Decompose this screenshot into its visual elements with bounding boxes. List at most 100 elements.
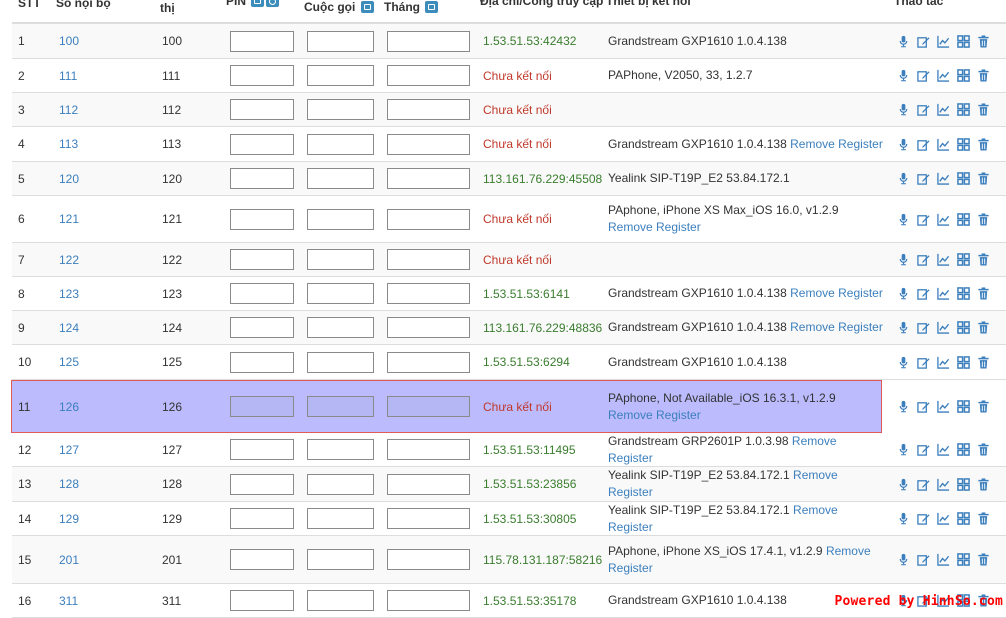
chart-icon[interactable] xyxy=(937,443,950,457)
pin-input[interactable] xyxy=(230,65,294,86)
mic-icon[interactable] xyxy=(897,69,910,83)
mic-icon[interactable] xyxy=(897,321,910,335)
trash-icon[interactable] xyxy=(977,69,990,83)
calls-input[interactable] xyxy=(307,351,374,373)
grid-icon[interactable] xyxy=(957,103,970,117)
grid-icon[interactable] xyxy=(957,172,970,186)
pin-input[interactable] xyxy=(230,30,294,52)
grid-icon[interactable] xyxy=(957,287,970,301)
extension-link[interactable]: 311 xyxy=(59,594,78,608)
pin-input[interactable] xyxy=(230,439,294,460)
chart-icon[interactable] xyxy=(937,253,950,267)
month-input[interactable] xyxy=(387,133,470,155)
month-input[interactable] xyxy=(387,590,470,611)
chart-icon[interactable] xyxy=(937,400,950,414)
chart-icon[interactable] xyxy=(937,172,950,186)
month-input[interactable] xyxy=(387,396,470,417)
month-input[interactable] xyxy=(387,30,470,52)
chart-icon[interactable] xyxy=(937,512,950,526)
extension-link[interactable]: 122 xyxy=(59,253,79,267)
edit-icon[interactable] xyxy=(917,34,930,48)
calls-input[interactable] xyxy=(307,473,374,495)
table-row[interactable]: 13 128 128 1.53.51.53:23856 Yealink SIP-T19P… xyxy=(12,467,1006,502)
grid-icon[interactable] xyxy=(957,34,970,48)
calls-input[interactable] xyxy=(307,439,374,460)
trash-icon[interactable] xyxy=(977,212,990,226)
edit-icon[interactable] xyxy=(917,355,930,369)
trash-icon[interactable] xyxy=(977,287,990,301)
calls-input[interactable] xyxy=(307,30,374,52)
calls-input[interactable] xyxy=(307,208,374,230)
extension-link[interactable]: 112 xyxy=(59,103,78,117)
trash-icon[interactable] xyxy=(977,137,990,151)
grid-icon[interactable] xyxy=(957,477,970,491)
month-input[interactable] xyxy=(387,168,470,189)
mic-icon[interactable] xyxy=(897,512,910,526)
mic-icon[interactable] xyxy=(897,355,910,369)
table-row[interactable]: 6 121 121 Chưa kết nối PAphone, iPhone XS Ma… xyxy=(12,196,1006,243)
pin-input[interactable] xyxy=(230,283,294,304)
calls-input[interactable] xyxy=(307,99,374,120)
trash-icon[interactable] xyxy=(977,172,990,186)
edit-icon[interactable] xyxy=(917,400,930,414)
extension-link[interactable]: 201 xyxy=(59,553,79,567)
trash-icon[interactable] xyxy=(977,253,990,267)
chart-icon[interactable] xyxy=(937,355,950,369)
table-row[interactable]: 8 123 123 1.53.51.53:6141 Grandstream GXP161… xyxy=(12,277,1006,311)
mic-icon[interactable] xyxy=(897,103,910,117)
month-input[interactable] xyxy=(387,473,470,495)
calls-input[interactable] xyxy=(307,133,374,155)
mic-icon[interactable] xyxy=(897,287,910,301)
extension-link[interactable]: 121 xyxy=(59,212,79,226)
edit-icon[interactable] xyxy=(917,253,930,267)
edit-icon[interactable] xyxy=(425,0,439,13)
month-input[interactable] xyxy=(387,508,470,529)
chart-icon[interactable] xyxy=(937,34,950,48)
grid-icon[interactable] xyxy=(957,69,970,83)
edit-icon[interactable] xyxy=(917,512,930,526)
extension-link[interactable]: 125 xyxy=(59,355,79,369)
mic-icon[interactable] xyxy=(897,400,910,414)
grid-icon[interactable] xyxy=(957,355,970,369)
trash-icon[interactable] xyxy=(977,443,990,457)
month-input[interactable] xyxy=(387,249,470,270)
extension-link[interactable]: 113 xyxy=(59,137,78,151)
month-input[interactable] xyxy=(387,317,470,338)
mic-icon[interactable] xyxy=(897,172,910,186)
table-row[interactable]: 9 124 124 113.161.76.229:48836 Grandstream G… xyxy=(12,311,1006,345)
pin-input[interactable] xyxy=(230,99,294,120)
month-input[interactable] xyxy=(387,208,470,230)
extension-link[interactable]: 123 xyxy=(59,287,79,301)
month-input[interactable] xyxy=(387,351,470,373)
pin-input[interactable] xyxy=(230,396,294,417)
calls-input[interactable] xyxy=(307,283,374,304)
table-row[interactable]: 11 126 126 Chưa kết nối PAphone, Not Availab… xyxy=(11,380,989,433)
calls-input[interactable] xyxy=(307,396,374,417)
grid-icon[interactable] xyxy=(957,512,970,526)
edit-icon[interactable] xyxy=(917,443,930,457)
remove-register-link[interactable]: Remove Register xyxy=(608,220,701,234)
chart-icon[interactable] xyxy=(937,321,950,335)
table-row[interactable]: 4 113 113 Chưa kết nối Grandstream GXP1610 1… xyxy=(12,127,1006,162)
grid-icon[interactable] xyxy=(957,553,970,567)
mic-icon[interactable] xyxy=(897,477,910,491)
edit-icon[interactable] xyxy=(917,103,930,117)
chart-icon[interactable] xyxy=(937,477,950,491)
extension-link[interactable]: 100 xyxy=(59,34,79,48)
extension-link[interactable]: 126 xyxy=(59,400,79,414)
extension-link[interactable]: 127 xyxy=(59,443,79,457)
pin-input[interactable] xyxy=(230,351,294,373)
mic-icon[interactable] xyxy=(897,212,910,226)
table-row[interactable]: 3 112 112 Chưa kết nối xyxy=(12,93,1006,127)
edit-icon[interactable] xyxy=(917,287,930,301)
mic-icon[interactable] xyxy=(897,137,910,151)
calls-input[interactable] xyxy=(307,508,374,529)
grid-icon[interactable] xyxy=(957,253,970,267)
table-row[interactable]: 12 127 127 1.53.51.53:11495 Grandstream GRP2… xyxy=(12,433,1006,467)
remove-register-link[interactable]: Remove Register xyxy=(608,408,701,422)
trash-icon[interactable] xyxy=(977,477,990,491)
edit-icon[interactable] xyxy=(917,172,930,186)
extension-link[interactable]: 124 xyxy=(59,321,79,335)
pin-input[interactable] xyxy=(230,168,294,189)
extension-link[interactable]: 120 xyxy=(59,172,79,186)
